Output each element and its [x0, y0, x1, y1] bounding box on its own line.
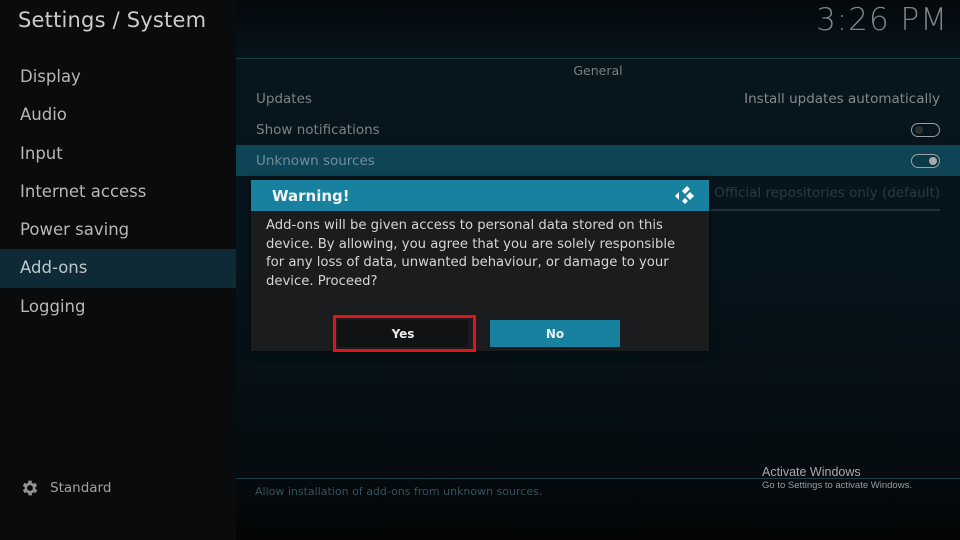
dialog-header: Warning! [251, 180, 709, 211]
unknown-sources-toggle[interactable] [911, 153, 940, 168]
setting-show-notifications[interactable]: Show notifications [236, 114, 960, 145]
sidebar: Settings / System Display Audio Input In… [0, 0, 236, 540]
page-title: Settings / System [18, 8, 207, 32]
sidebar-nav: Display Audio Input Internet access Powe… [0, 58, 236, 326]
setting-updates[interactable]: Updates Install updates automatically [236, 83, 960, 114]
row-divider [708, 209, 940, 211]
warning-dialog: Warning! Add-ons will be given access to… [251, 180, 709, 351]
watermark-subtitle: Go to Settings to activate Windows. [762, 480, 912, 491]
yes-button[interactable]: Yes [338, 320, 468, 347]
header-divider [236, 58, 960, 59]
dialog-message: Add-ons will be given access to personal… [266, 218, 676, 289]
setting-value: Install updates automatically [744, 90, 940, 107]
watermark-title: Activate Windows [762, 465, 861, 479]
settings-level-label: Standard [50, 480, 112, 496]
settings-level-button[interactable]: Standard [20, 478, 111, 498]
setting-label: Unknown sources [256, 152, 375, 169]
sidebar-item-add-ons[interactable]: Add-ons [0, 249, 236, 288]
dialog-title: Warning! [272, 186, 350, 205]
sidebar-item-internet-access[interactable]: Internet access [0, 173, 236, 211]
clock: 3:26 PM [816, 2, 948, 38]
no-button[interactable]: No [490, 320, 620, 347]
setting-label: Show notifications [256, 121, 380, 138]
kodi-logo-icon [675, 185, 694, 204]
sidebar-item-power-saving[interactable]: Power saving [0, 211, 236, 249]
sidebar-item-display[interactable]: Display [0, 58, 236, 96]
sidebar-item-logging[interactable]: Logging [0, 288, 236, 326]
gear-icon [22, 480, 38, 496]
sidebar-item-input[interactable]: Input [0, 135, 236, 173]
sidebar-item-audio[interactable]: Audio [0, 96, 236, 134]
show-notifications-toggle[interactable] [911, 122, 940, 137]
setting-label: Updates [256, 90, 312, 107]
section-title: General [573, 63, 623, 78]
activate-windows-watermark: Activate Windows Go to Settings to activ… [762, 465, 912, 491]
setting-description: Allow installation of add-ons from unkno… [255, 485, 543, 498]
setting-unknown-sources[interactable]: Unknown sources [236, 145, 960, 176]
setting-value: Official repositories only (default) [714, 184, 940, 201]
